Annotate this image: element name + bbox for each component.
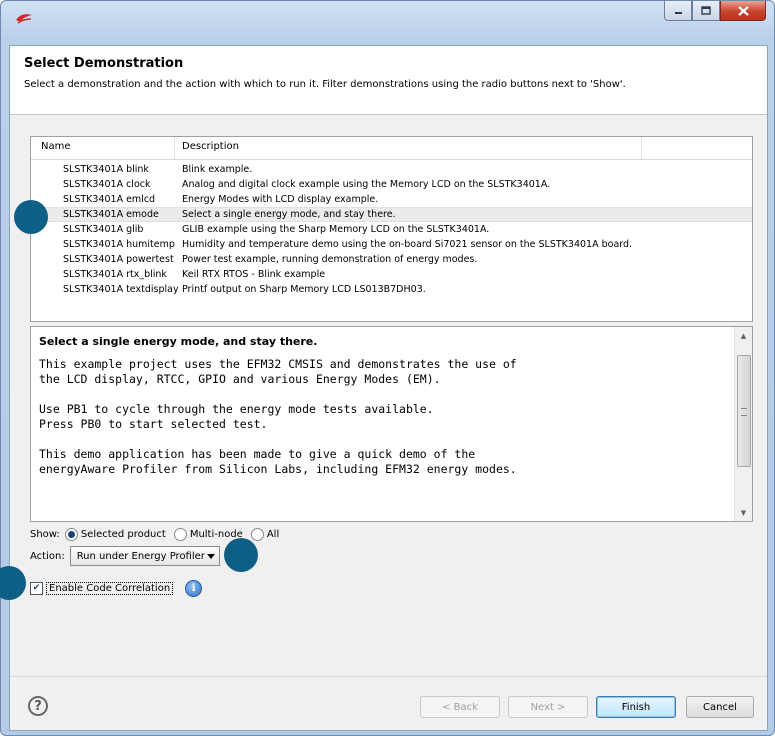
row-description: Keil RTX RTOS - Blink example	[182, 269, 326, 280]
dialog-content: Select Demonstration Select a demonstrat…	[9, 45, 768, 731]
row-name: SLSTK3401A glib	[63, 224, 144, 235]
row-name: SLSTK3401A textdisplay	[63, 284, 179, 295]
scroll-up-button[interactable]: ▲	[735, 327, 752, 344]
row-name: SLSTK3401A emlcd	[63, 194, 156, 205]
row-description: GLIB example using the Sharp Memory LCD …	[182, 224, 490, 235]
radio-selected-product[interactable]	[64, 527, 78, 541]
radio-all[interactable]	[250, 527, 264, 541]
radio-label-all[interactable]: All	[267, 529, 279, 540]
row-name: SLSTK3401A humitemp	[63, 239, 175, 250]
action-dropdown[interactable]: Run under Energy Profiler	[69, 546, 220, 566]
radio-multi-node[interactable]	[173, 527, 187, 541]
table-row[interactable]: SLSTK3401A rtx_blink Keil RTX RTOS - Bli…	[31, 268, 752, 282]
action-dropdown-value: Run under Energy Profiler	[76, 551, 205, 562]
table-row[interactable]: SLSTK3401A powertest Power test example,…	[31, 253, 752, 267]
row-description: Blink example.	[182, 164, 253, 175]
scrollbar-thumb[interactable]	[737, 355, 751, 467]
row-description: Humidity and temperature demo using the …	[182, 239, 633, 250]
table-row[interactable]: SLSTK3401A blink Blink example.	[31, 163, 752, 177]
title-bar	[1, 1, 774, 45]
table-row[interactable]: SLSTK3401A textdisplay Printf output on …	[31, 283, 752, 297]
footer-divider	[10, 676, 767, 677]
scroll-down-button[interactable]: ▼	[735, 504, 752, 521]
minimize-button[interactable]	[664, 1, 692, 21]
minimize-icon	[674, 12, 682, 14]
table-row[interactable]: SLSTK3401A glib GLIB example using the S…	[31, 223, 752, 237]
row-description: Power test example, running demonstratio…	[182, 254, 478, 265]
question-mark-icon: ?	[34, 698, 42, 714]
info-icon[interactable]: i	[185, 579, 203, 597]
column-divider	[174, 137, 175, 159]
code-correlation-row: ✔ Enable Code Correlation i	[30, 579, 203, 597]
table-row-selected[interactable]: SLSTK3401A emode Select a single energy …	[31, 207, 752, 222]
close-icon	[737, 5, 749, 16]
row-description: Energy Modes with LCD display example.	[182, 194, 379, 205]
table-row[interactable]: SLSTK3401A emlcd Energy Modes with LCD d…	[31, 193, 752, 207]
action-label: Action:	[30, 550, 65, 562]
column-divider	[641, 137, 642, 159]
code-correlation-checkbox[interactable]: ✔	[30, 581, 43, 595]
dialog-window: Select Demonstration Select a demonstrat…	[0, 0, 775, 736]
row-name: SLSTK3401A powertest	[63, 254, 174, 265]
page-description: Select a demonstration and the action wi…	[24, 79, 626, 90]
row-name: SLSTK3401A clock	[63, 179, 151, 190]
header-banner: Select Demonstration Select a demonstrat…	[10, 46, 767, 115]
page-title: Select Demonstration	[24, 56, 184, 71]
row-name: SLSTK3401A emode	[63, 209, 159, 220]
description-body: This example project uses the EFM32 CMSI…	[39, 357, 517, 476]
chevron-down-icon: ▼	[740, 508, 747, 517]
cancel-button[interactable]: Cancel	[686, 696, 754, 718]
table-header: Name Description	[31, 137, 752, 160]
radio-label-selected-product[interactable]: Selected product	[81, 529, 166, 540]
demonstration-table: Name Description SLSTK3401A blink Blink …	[30, 136, 753, 322]
description-panel[interactable]: Select a single energy mode, and stay th…	[30, 326, 753, 522]
vertical-scrollbar[interactable]: ▲ ▼	[734, 327, 752, 521]
annotation-marker	[14, 200, 48, 234]
row-name: SLSTK3401A blink	[63, 164, 149, 175]
window-controls	[664, 1, 766, 23]
grip-icon	[741, 408, 747, 416]
row-description: Analog and digital clock example using t…	[182, 179, 551, 190]
maximize-button[interactable]	[692, 1, 720, 21]
simplicity-logo-icon	[16, 14, 32, 24]
column-header-name[interactable]: Name	[41, 141, 71, 152]
chevron-down-icon	[206, 554, 215, 559]
back-button[interactable]: < Back	[420, 696, 500, 718]
show-label: Show:	[30, 528, 60, 540]
finish-button[interactable]: Finish	[596, 696, 676, 718]
description-title: Select a single energy mode, and stay th…	[39, 335, 318, 348]
table-row[interactable]: SLSTK3401A humitemp Humidity and tempera…	[31, 238, 752, 252]
column-header-description[interactable]: Description	[182, 141, 239, 152]
table-row[interactable]: SLSTK3401A clock Analog and digital cloc…	[31, 178, 752, 192]
next-button[interactable]: Next >	[508, 696, 588, 718]
help-button[interactable]: ?	[28, 696, 48, 716]
row-description: Printf output on Sharp Memory LCD LS013B…	[182, 284, 426, 295]
row-name: SLSTK3401A rtx_blink	[63, 269, 167, 280]
annotation-marker	[224, 538, 258, 572]
code-correlation-label[interactable]: Enable Code Correlation	[46, 581, 174, 595]
chevron-up-icon: ▲	[740, 331, 747, 340]
maximize-icon	[701, 6, 711, 15]
action-selector: Action: Run under Energy Profiler	[30, 546, 220, 566]
close-button[interactable]	[720, 1, 766, 21]
row-description: Select a single energy mode, and stay th…	[182, 209, 396, 220]
